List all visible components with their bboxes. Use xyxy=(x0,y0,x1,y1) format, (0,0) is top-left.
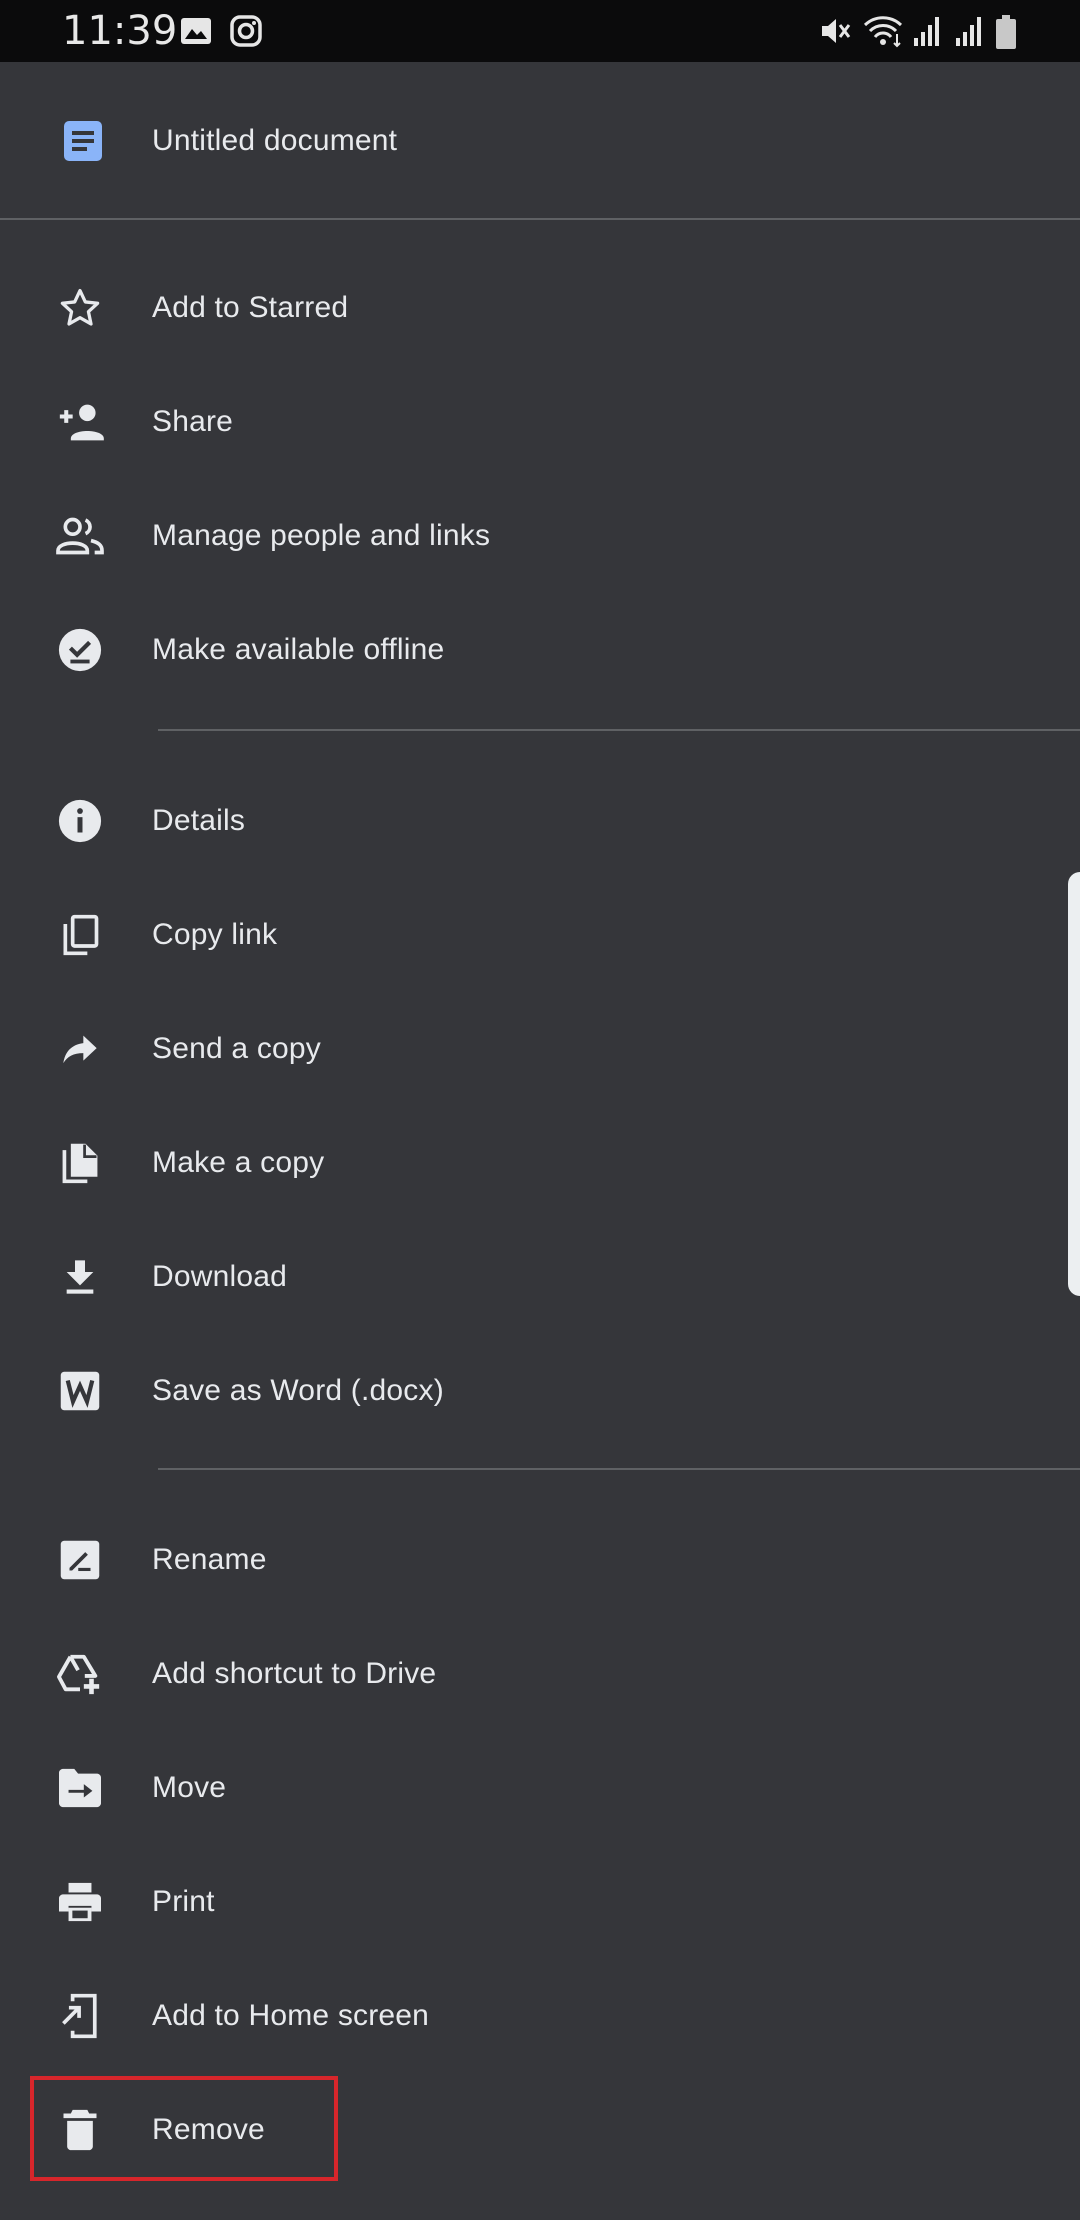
file-copy-icon xyxy=(52,1139,108,1187)
status-time: 11:39 xyxy=(62,8,178,54)
menu-label: Copy link xyxy=(152,918,278,951)
gallery-icon xyxy=(181,18,211,44)
copy-icon xyxy=(52,911,108,959)
menu-item-make-available-offline[interactable]: Make available offline xyxy=(0,593,1080,707)
status-bar: 11:39 xyxy=(0,0,1080,62)
menu-label: Move xyxy=(152,1771,227,1804)
word-icon xyxy=(52,1367,108,1415)
download-icon xyxy=(52,1253,108,1301)
signal-icon xyxy=(956,17,981,46)
menu-label: Make available offline xyxy=(152,633,445,666)
section-divider xyxy=(158,1468,1080,1470)
menu-item-copy-link[interactable]: Copy link xyxy=(0,878,1080,992)
wifi-icon xyxy=(863,16,903,48)
signal-icon xyxy=(914,17,939,46)
menu-label: Rename xyxy=(152,1543,267,1576)
menu-item-save-as-word[interactable]: Save as Word (.docx) xyxy=(0,1334,1080,1448)
menu-label: Send a copy xyxy=(152,1032,321,1065)
menu-label: Download xyxy=(152,1260,288,1293)
menu-label: Manage people and links xyxy=(152,519,491,552)
menu-item-add-shortcut[interactable]: Add shortcut to Drive xyxy=(0,1617,1080,1731)
offline-check-icon xyxy=(52,626,108,674)
menu-label: Print xyxy=(152,1885,215,1918)
remove-highlight-box xyxy=(30,2076,338,2181)
menu-item-details[interactable]: Details xyxy=(0,764,1080,878)
menu-item-download[interactable]: Download xyxy=(0,1220,1080,1334)
move-folder-icon xyxy=(52,1764,108,1812)
star-outline-icon xyxy=(52,284,108,332)
menu-label: Share xyxy=(152,405,234,438)
mute-icon xyxy=(822,19,851,43)
battery-icon xyxy=(996,15,1016,49)
sheet-header: Untitled document xyxy=(0,62,1080,219)
info-icon xyxy=(52,797,108,845)
menu-item-add-to-starred[interactable]: Add to Starred xyxy=(0,251,1080,365)
document-title: Untitled document xyxy=(152,124,398,157)
header-divider xyxy=(0,218,1080,220)
scrollbar-thumb[interactable] xyxy=(1068,872,1080,1296)
rename-icon xyxy=(52,1536,108,1584)
menu-item-make-a-copy[interactable]: Make a copy xyxy=(0,1106,1080,1220)
more-actions-sheet: 11:39 Untitled document Add to Starred S… xyxy=(0,0,1080,2220)
menu-item-manage-people[interactable]: Manage people and links xyxy=(0,479,1080,593)
section-divider xyxy=(158,729,1080,731)
menu-item-share[interactable]: Share xyxy=(0,365,1080,479)
menu-label: Make a copy xyxy=(152,1146,325,1179)
add-to-home-icon xyxy=(52,1992,108,2040)
menu-item-move[interactable]: Move xyxy=(0,1731,1080,1845)
menu-label: Add to Home screen xyxy=(152,1999,430,2032)
docs-icon xyxy=(64,121,102,161)
menu-label: Add to Starred xyxy=(152,291,349,324)
people-icon xyxy=(52,512,108,560)
print-icon xyxy=(52,1878,108,1926)
menu-label: Details xyxy=(152,804,246,837)
menu-item-print[interactable]: Print xyxy=(0,1845,1080,1959)
menu-item-send-a-copy[interactable]: Send a copy xyxy=(0,992,1080,1106)
drive-shortcut-icon xyxy=(52,1650,108,1698)
person-add-icon xyxy=(52,398,108,446)
instagram-icon xyxy=(230,15,262,47)
menu-label: Add shortcut to Drive xyxy=(152,1657,437,1690)
menu-label: Save as Word (.docx) xyxy=(152,1374,444,1407)
menu-item-add-to-home-screen[interactable]: Add to Home screen xyxy=(0,1959,1080,2073)
forward-arrow-icon xyxy=(52,1025,108,1073)
menu-item-rename[interactable]: Rename xyxy=(0,1503,1080,1617)
